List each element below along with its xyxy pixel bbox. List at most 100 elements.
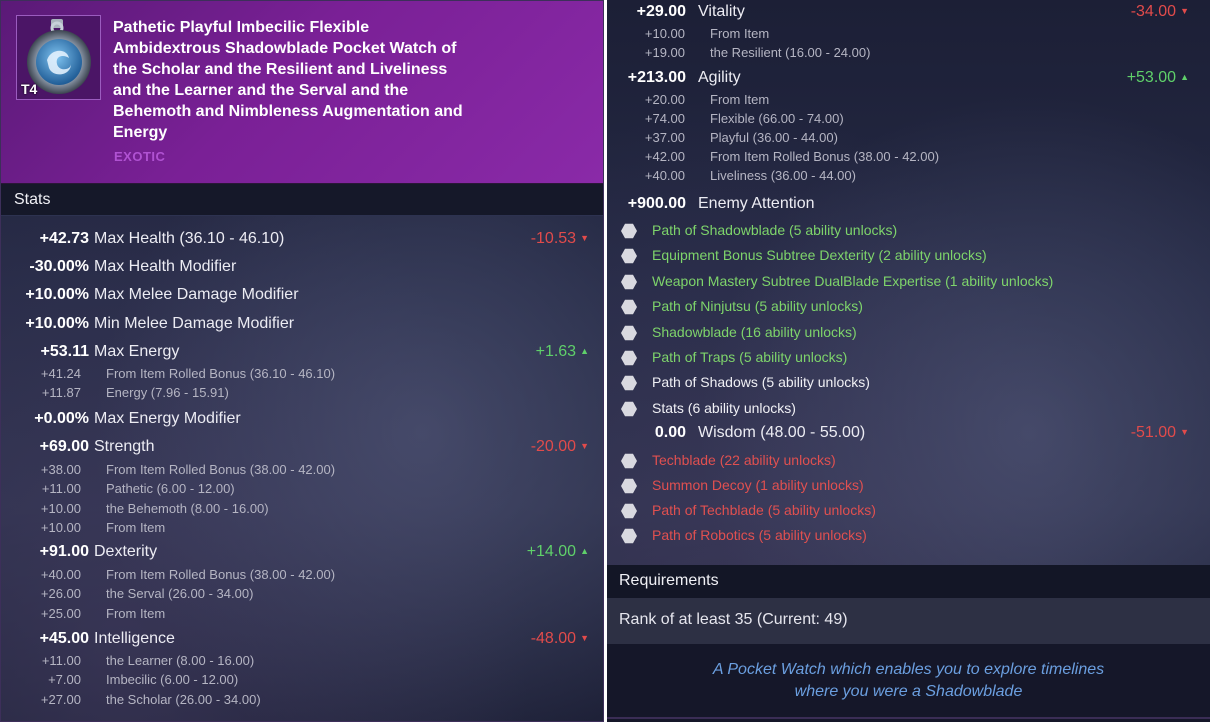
sub-value: +11.00 — [41, 481, 81, 496]
stat-sub-row: +10.00 From Item — [1, 520, 601, 538]
stat-value: +45.00 — [39, 630, 89, 647]
sub-label: the Resilient (16.00 - 24.00) — [710, 45, 871, 60]
stat-label-text: Max Melee Damage Modifier — [94, 286, 299, 303]
arrow-down-icon: ▼ — [580, 441, 589, 451]
ability-unlock-label: Weapon Mastery Subtree DualBlade Experti… — [652, 273, 1054, 289]
rarity-label: EXOTIC — [114, 149, 166, 164]
sub-value: +40.00 — [644, 168, 685, 183]
sub-label: Energy (7.96 - 15.91) — [106, 385, 229, 400]
sub-label: the Serval (26.00 - 34.00) — [106, 586, 254, 601]
stat-sub-row: +37.00 Playful (36.00 - 44.00) — [607, 130, 1207, 148]
flavor-text: A Pocket Watch which enables you to expl… — [607, 644, 1210, 722]
sub-value: +10.00 — [40, 501, 81, 516]
stat-sub-row: +10.00 From Item — [607, 26, 1207, 44]
stat-label-text: Min Melee Damage Modifier — [94, 315, 295, 332]
hexagon-icon — [621, 299, 637, 315]
stat-diff: -51.00 ▼ — [1130, 424, 1189, 441]
sub-value: +40.00 — [40, 567, 81, 582]
sub-value: +37.00 — [644, 130, 685, 145]
stat-label-text: Strength — [94, 438, 155, 455]
stat-label: Wisdom (48.00 - 55.00) — [698, 424, 866, 441]
stat-row: -30.00% Max Health Modifier — [1, 258, 601, 280]
stat-label: Strength — [94, 438, 154, 456]
ability-unlock-label: Path of Shadows (5 ability unlocks) — [652, 374, 870, 390]
stat-sub-row: +27.00 the Scholar (26.00 - 34.00) — [1, 692, 601, 710]
stat-value: +91.00 — [39, 543, 89, 560]
stat-sub-row: +26.00 the Serval (26.00 - 34.00) — [1, 586, 601, 604]
hexagon-icon — [621, 274, 637, 290]
sub-label: the Scholar (26.00 - 34.00) — [106, 692, 261, 707]
stat-label: Max Melee Damage Modifier — [94, 286, 299, 304]
stat-value: +900.00 — [627, 195, 686, 212]
flavor-line: A Pocket Watch which enables you to expl… — [712, 661, 1105, 678]
stat-label-text: Max Health Modifier — [94, 258, 237, 275]
stat-sub-row: +40.00 From Item Rolled Bonus (38.00 - 42… — [1, 567, 601, 585]
tier-badge: T4 — [21, 81, 38, 97]
stat-row: +10.00% Max Melee Damage Modifier — [1, 286, 601, 308]
sub-label: the Behemoth (8.00 - 16.00) — [106, 501, 269, 516]
stat-sub-row: +20.00 From Item — [607, 92, 1207, 110]
item-name: Pathetic Playful Imbecilic Flexible Ambi… — [113, 19, 463, 141]
stat-diff: -10.53 ▼ — [530, 230, 589, 247]
sub-label: From Item Rolled Bonus (38.00 - 42.00) — [710, 149, 940, 164]
ability-unlock-label: Path of Robotics (5 ability unlocks) — [652, 527, 867, 543]
sub-label: the Learner (8.00 - 16.00) — [106, 653, 255, 668]
sub-label: From Item — [106, 606, 166, 621]
stat-diff: +1.63 ▲ — [535, 343, 589, 360]
stat-label-text: Intelligence — [94, 630, 175, 647]
sub-value: +7.00 — [48, 672, 81, 687]
sub-label: Playful (36.00 - 44.00) — [710, 130, 838, 145]
arrow-up-icon: ▲ — [1180, 72, 1189, 82]
sub-label: From Item Rolled Bonus (38.00 - 42.00) — [106, 462, 336, 477]
arrow-down-icon: ▼ — [580, 633, 589, 643]
stat-label-text: Max Energy — [94, 343, 180, 360]
stat-row-wisdom: 0.00 Wisdom (48.00 - 55.00) -51.00 ▼ — [607, 424, 1207, 446]
stat-label: Intelligence — [94, 630, 175, 648]
hexagon-icon — [621, 401, 637, 417]
arrow-down-icon: ▼ — [1180, 6, 1189, 16]
stat-sub-row: +10.00 the Behemoth (8.00 - 16.00) — [1, 501, 601, 519]
divider — [607, 717, 1210, 719]
hexagon-icon — [621, 325, 637, 341]
stats-section-header: Stats — [1, 184, 603, 216]
arrow-up-icon: ▲ — [580, 546, 589, 556]
stat-row-enemy-attention: +900.00 Enemy Attention — [607, 195, 1207, 217]
stat-diff: -34.00 ▼ — [1130, 3, 1189, 20]
arrow-up-icon: ▲ — [580, 346, 589, 356]
stat-row: +45.00 Intelligence -48.00 ▼ — [1, 630, 601, 652]
hexagon-icon — [621, 503, 637, 519]
ability-unlock-label: Techblade (22 ability unlocks) — [652, 452, 836, 468]
sub-value: +20.00 — [644, 92, 685, 107]
stat-row: +10.00% Min Melee Damage Modifier — [1, 315, 601, 337]
stat-sub-row: +11.00 the Learner (8.00 - 16.00) — [1, 653, 601, 671]
sub-value: +10.00 — [644, 26, 685, 41]
stat-label: Min Melee Damage Modifier — [94, 315, 294, 333]
hexagon-icon — [621, 350, 637, 366]
stat-sub-row: +74.00 Flexible (66.00 - 74.00) — [607, 111, 1207, 129]
sub-value: +74.00 — [644, 111, 685, 126]
stat-sub-row: +19.00 the Resilient (16.00 - 24.00) — [607, 45, 1207, 63]
pocket-watch-icon: T4 — [16, 15, 101, 100]
ability-unlock-label: Path of Ninjutsu (5 ability unlocks) — [652, 298, 863, 314]
stat-sub-row: +40.00 Liveliness (36.00 - 44.00) — [607, 168, 1207, 186]
stat-diff: +14.00 ▲ — [526, 543, 589, 560]
stat-diff: -20.00 ▼ — [530, 438, 589, 455]
stat-sub-row: +41.24 From Item Rolled Bonus (36.10 - 46… — [1, 366, 601, 384]
sub-label: Pathetic (6.00 - 12.00) — [106, 481, 235, 496]
stat-label: Max Energy Modifier — [94, 410, 241, 428]
arrow-down-icon: ▼ — [1180, 427, 1189, 437]
stat-row: +42.73 Max Health (36.10 - 46.10) -10.53 ▼ — [1, 230, 601, 252]
ability-unlock-label: Path of Shadowblade (5 ability unlocks) — [652, 222, 898, 238]
requirements-header: Requirements — [607, 565, 1210, 598]
hexagon-icon — [621, 248, 637, 264]
ability-unlock-label: Summon Decoy (1 ability unlocks) — [652, 477, 864, 493]
stat-value: +0.00% — [34, 410, 89, 427]
stat-label: Dexterity — [94, 543, 157, 561]
hexagon-icon — [621, 478, 637, 494]
stat-value: +29.00 — [636, 3, 686, 20]
sub-value: +27.00 — [40, 692, 81, 707]
ability-unlock-label: Stats (6 ability unlocks) — [652, 400, 796, 416]
stat-diff: +53.00 ▲ — [1126, 69, 1189, 86]
flavor-line: where you were a Shadowblade — [794, 683, 1023, 700]
stat-sub-row: +11.00 Pathetic (6.00 - 12.00) — [1, 481, 601, 499]
